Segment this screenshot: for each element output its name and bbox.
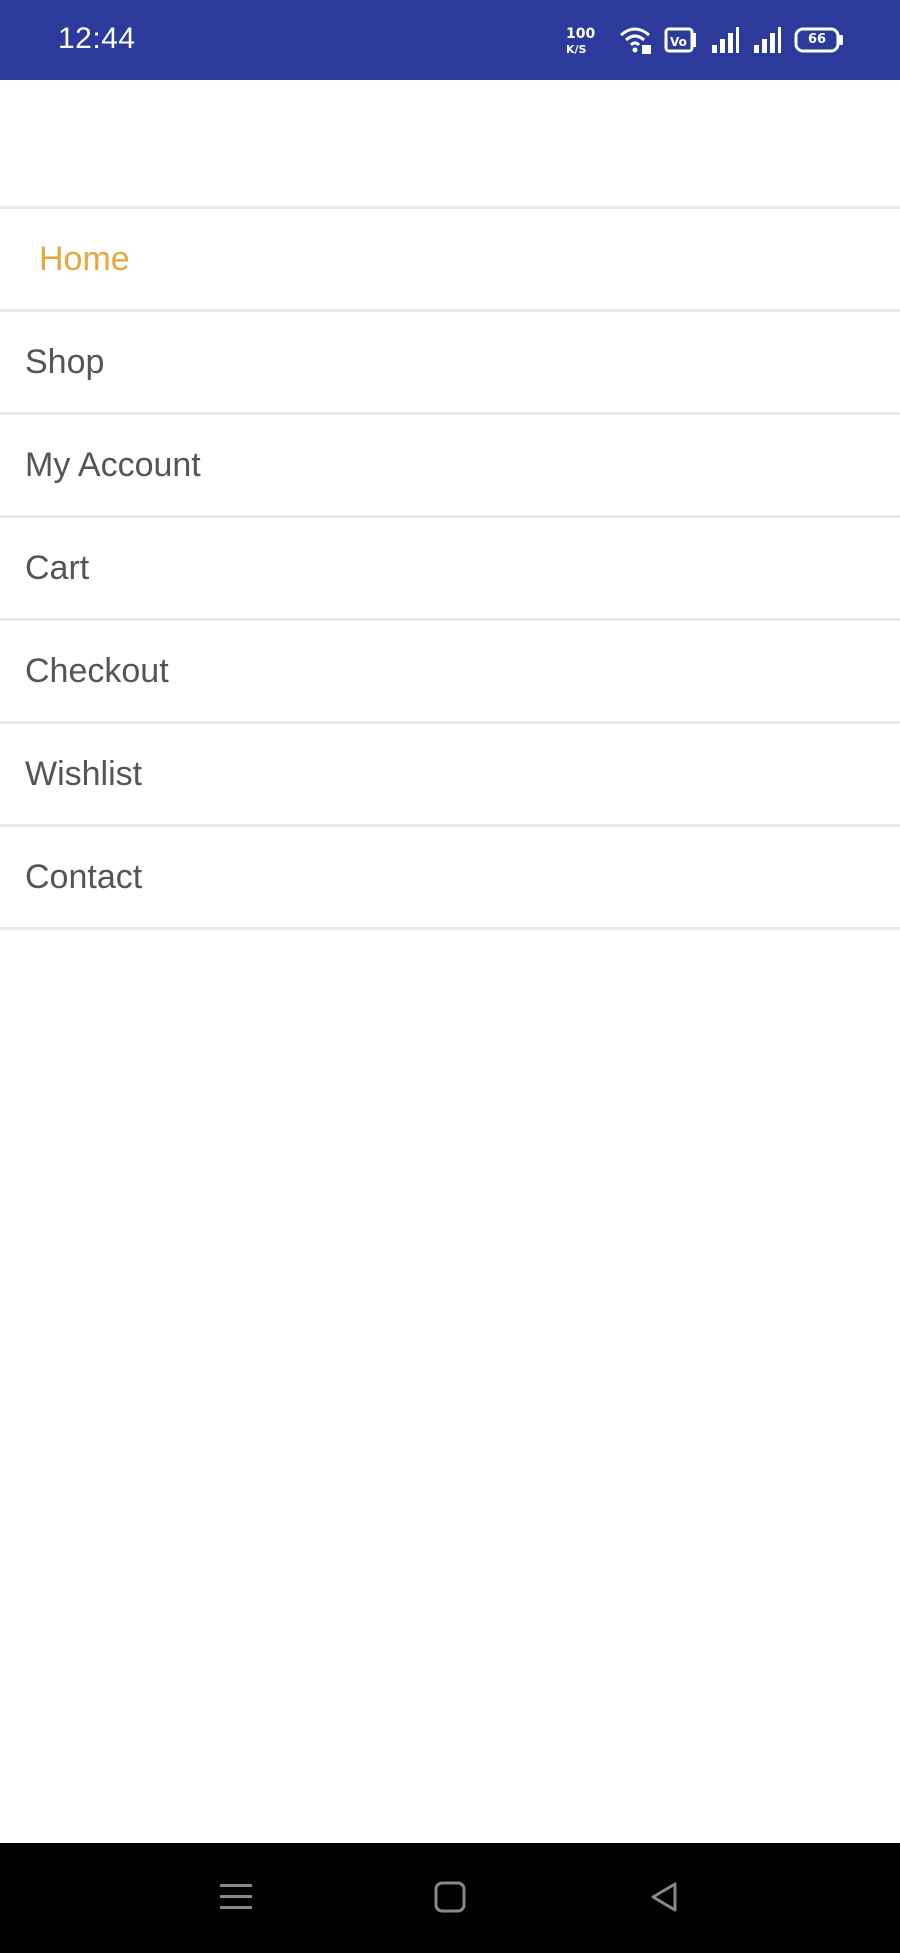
menu-icon — [218, 1880, 254, 1919]
menu-item-checkout[interactable]: Checkout — [0, 621, 900, 724]
header-area — [0, 80, 900, 206]
menu-item-label: Home — [39, 239, 130, 278]
menu-item-label: Cart — [25, 548, 90, 587]
menu-item-label: My Account — [25, 445, 201, 484]
menu-item-home[interactable]: Home — [0, 209, 900, 312]
status-time: 12:44 — [58, 22, 136, 55]
system-navigation-bar — [0, 1843, 900, 1953]
menu-item-contact[interactable]: Contact — [0, 827, 900, 930]
menu-item-label: Wishlist — [25, 754, 143, 793]
battery-level: 66 — [807, 32, 827, 47]
svg-text:100: 100 — [566, 26, 595, 42]
menu-item-shop[interactable]: Shop — [0, 312, 900, 415]
back-icon — [647, 1880, 681, 1919]
home-button[interactable] — [422, 1871, 478, 1927]
signal-icon — [710, 25, 740, 55]
svg-text:Vo: Vo — [670, 35, 687, 49]
status-bar: 12:44 100 K/S Vo 66 — [0, 0, 900, 80]
menu-item-label: Shop — [25, 342, 105, 381]
menu-item-my-account[interactable]: My Account — [0, 415, 900, 518]
menu-item-cart[interactable]: Cart — [0, 518, 900, 621]
home-icon — [433, 1880, 467, 1919]
menu-item-wishlist[interactable]: Wishlist — [0, 724, 900, 827]
signal-icon — [752, 25, 782, 55]
navigation-menu: Home Shop My Account Cart Checkout Wishl… — [0, 206, 900, 930]
menu-item-label: Contact — [25, 857, 143, 896]
menu-item-label: Checkout — [25, 651, 169, 690]
status-icons: 100 K/S Vo 66 — [566, 22, 844, 58]
network-speed-icon: 100 K/S — [566, 25, 606, 55]
svg-text:K/S: K/S — [566, 43, 587, 55]
recent-apps-button[interactable] — [208, 1871, 264, 1927]
wifi-icon — [618, 25, 652, 55]
battery-icon: 66 — [794, 25, 844, 55]
back-button[interactable] — [636, 1871, 692, 1927]
volte-icon: Vo — [664, 25, 698, 55]
